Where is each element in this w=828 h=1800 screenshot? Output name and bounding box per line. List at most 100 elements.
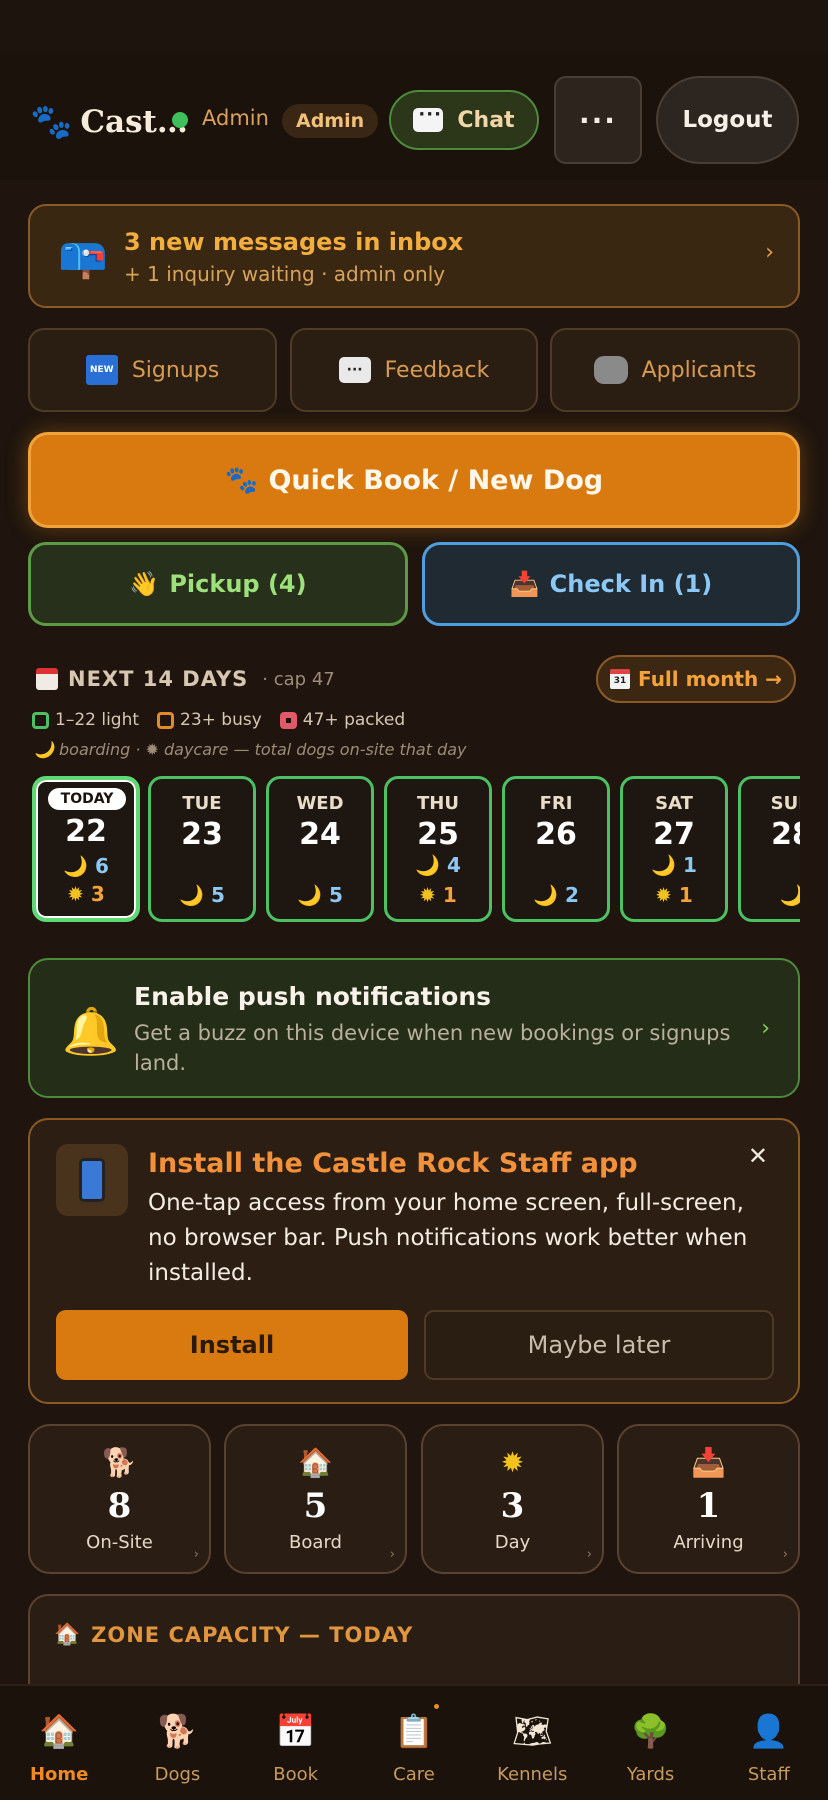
boarding-count: 🌙 5: [269, 883, 371, 907]
nav-label: Staff: [747, 1764, 790, 1785]
map-icon: 🗺: [511, 1712, 553, 1750]
nav-staff[interactable]: 👤 Staff: [710, 1686, 828, 1800]
signups-button[interactable]: NEW Signups: [28, 328, 277, 412]
chevron-right-icon: ›: [782, 1547, 788, 1562]
daycare-value: 3: [90, 882, 105, 906]
pickup-button[interactable]: 👋 Pickup (4): [28, 542, 408, 626]
sun-icon: ✹: [500, 1446, 525, 1479]
calendar-icon: 31: [610, 669, 631, 689]
legend-swatch: [32, 711, 49, 729]
legend-label: 1–22 light: [55, 710, 140, 730]
maybe-later-button[interactable]: Maybe later: [424, 1310, 774, 1380]
applicants-button[interactable]: Applicants: [550, 328, 800, 412]
day-card[interactable]: SAT 27 🌙 1 ✹ 1: [620, 776, 728, 922]
legend-item-busy: 23+ busy: [157, 710, 262, 730]
brand[interactable]: 🐾 Cast…: [30, 104, 188, 140]
nav-label: Book: [273, 1764, 319, 1785]
day-card[interactable]: FRI 26 🌙 2: [502, 776, 610, 922]
day-number: 27: [653, 817, 695, 852]
inbox-tray-icon: 📥: [509, 570, 540, 598]
new-icon: NEW: [85, 355, 118, 385]
bell-icon: 🔔: [62, 1004, 120, 1058]
boarding-count: 🌙 6: [36, 854, 136, 878]
day-number: 28: [771, 817, 800, 852]
boarding-value: 5: [328, 883, 343, 907]
chat-label: Chat: [457, 107, 515, 133]
today-pill: TODAY: [48, 788, 126, 810]
daycare-value: 1: [678, 883, 693, 907]
full-month-label: Full month →: [638, 667, 782, 691]
day-card-today[interactable]: TODAY 22 🌙 6 ✹ 3: [32, 776, 140, 922]
push-notifications-banner[interactable]: 🔔 Enable push notifications Get a buzz o…: [28, 958, 800, 1098]
day-name: THU: [417, 793, 459, 814]
day-strip[interactable]: TODAY 22 🌙 6 ✹ 3 TUE 23 🌙 5 WED 24 🌙 5 T…: [28, 774, 800, 924]
nav-label: Home: [29, 1764, 89, 1785]
inbox-banner[interactable]: 📪 3 new messages in inbox + 1 inquiry wa…: [28, 204, 800, 308]
day-number: 25: [417, 817, 459, 852]
legend-swatch: [279, 711, 297, 729]
daycare-count: ✹ 3: [36, 882, 136, 906]
moon-icon: 🌙: [179, 883, 204, 907]
pickup-label: Pickup (4): [169, 570, 307, 598]
inbox-subtitle: + 1 inquiry waiting · admin only: [124, 262, 446, 286]
boarding-value: 6: [94, 854, 109, 878]
daycare-value: 1: [442, 883, 457, 907]
full-month-button[interactable]: 31 Full month →: [596, 655, 796, 703]
close-icon[interactable]: ✕: [748, 1142, 768, 1170]
stat-day[interactable]: ✹ 3 Day ›: [421, 1424, 604, 1574]
nav-book[interactable]: 📅 Book: [237, 1686, 355, 1800]
legend-label: 23+ busy: [180, 710, 262, 730]
waving-hand-icon: 👋: [129, 570, 160, 598]
stat-on-site[interactable]: 🐕 8 On-Site ›: [28, 1424, 211, 1574]
logout-button[interactable]: Logout: [656, 76, 799, 164]
applicants-label: Applicants: [641, 357, 757, 383]
dog-icon: 🐕: [157, 1712, 198, 1750]
online-status-dot: [172, 112, 188, 128]
stat-value: 3: [500, 1486, 525, 1526]
next-14-days-title: NEXT 14 DAYS: [68, 667, 249, 691]
nav-care[interactable]: 📋 Care: [355, 1686, 473, 1800]
stat-label: Board: [289, 1532, 342, 1553]
feedback-button[interactable]: ··· Feedback: [290, 328, 538, 412]
push-title: Enable push notifications: [134, 982, 492, 1011]
day-card[interactable]: SUN 28 🌙: [738, 776, 800, 922]
stat-board[interactable]: 🏠 5 Board ›: [224, 1424, 407, 1574]
day-number: 24: [299, 817, 341, 852]
capacity-text: · cap 47: [262, 668, 335, 690]
boarding-count: 🌙 2: [505, 883, 607, 907]
boarding-count: 🌙: [741, 883, 800, 907]
nav-dogs[interactable]: 🐕 Dogs: [118, 1686, 236, 1800]
day-card[interactable]: TUE 23 🌙 5: [148, 776, 256, 922]
stat-arriving[interactable]: 📥 1 Arriving ›: [617, 1424, 800, 1574]
chat-button[interactable]: Chat: [389, 90, 539, 150]
house-icon: 🏠: [39, 1712, 80, 1750]
bottom-nav: 🏠 Home 🐕 Dogs 📅 Book 📋 Care 🗺 Kennels 🌳 …: [0, 1684, 828, 1800]
day-card[interactable]: WED 24 🌙 5: [266, 776, 374, 922]
check-in-button[interactable]: 📥 Check In (1): [422, 542, 800, 626]
nav-home[interactable]: 🏠 Home: [0, 1686, 118, 1800]
day-card[interactable]: THU 25 🌙 4 ✹ 1: [384, 776, 492, 922]
quick-book-button[interactable]: 🐾 Quick Book / New Dog: [28, 432, 800, 528]
install-button[interactable]: Install: [56, 1310, 408, 1380]
nav-kennels[interactable]: 🗺 Kennels: [473, 1686, 591, 1800]
mailbox-icon: 📪: [58, 235, 108, 281]
install-body: One-tap access from your home screen, fu…: [148, 1190, 748, 1286]
tree-icon: 🌳: [630, 1712, 671, 1750]
house-icon: 🏠: [54, 1622, 82, 1646]
speech-bubble-icon: [413, 104, 444, 132]
day-name: WED: [296, 793, 344, 814]
user-role-text: Admin: [202, 106, 269, 130]
day-name: SUN: [770, 793, 800, 814]
sun-icon: ✹: [419, 883, 436, 907]
role-badge: Admin: [282, 104, 379, 138]
daycare-count: ✹ 1: [387, 883, 489, 907]
legend-label: 47+ packed: [302, 710, 406, 730]
day-name: FRI: [539, 793, 573, 814]
day-number: 22: [65, 814, 107, 849]
nav-yards[interactable]: 🌳 Yards: [591, 1686, 709, 1800]
more-menu-button[interactable]: ···: [554, 76, 642, 164]
stat-value: 8: [107, 1486, 132, 1526]
moon-icon: 🌙: [415, 853, 440, 877]
legend-item-packed: 47+ packed: [279, 710, 406, 730]
day-number: 26: [535, 817, 577, 852]
